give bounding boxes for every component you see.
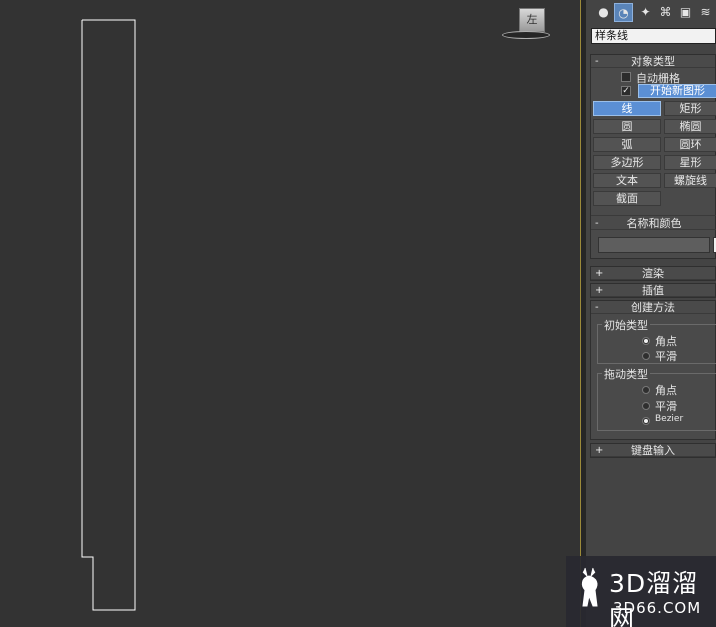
arc-button[interactable]: 弧 (593, 137, 661, 152)
drag-type-group: 拖动类型 角点 平滑 Bezier (597, 366, 716, 431)
spline-shape[interactable] (0, 0, 580, 627)
deer-logo-icon (581, 567, 598, 607)
initial-type-group: 初始类型 角点 平滑 (597, 317, 716, 364)
expand-sign: + (595, 268, 604, 279)
geometry-icon[interactable]: ● (594, 3, 613, 22)
viewcube[interactable]: 左 (500, 6, 552, 40)
shapes-icon[interactable]: ◔ (614, 3, 633, 22)
max-ui: 左 ● ◔ ✦ ⌘ ▣ ≋ 样条线 - 对象类型 自动栅格 ✓ 开始新图形 线 … (0, 0, 716, 627)
collapse-sign: - (595, 218, 599, 229)
collapse-sign: - (595, 56, 599, 67)
rendering-title: 渲染 (642, 267, 664, 280)
expand-sign: + (595, 445, 604, 456)
drag-bezier-label: Bezier (655, 414, 684, 424)
star-button[interactable]: 星形 (664, 155, 716, 170)
category-dropdown[interactable]: 样条线 (591, 28, 716, 44)
object-type-header[interactable]: - 对象类型 (591, 55, 715, 68)
drag-smooth-label: 平滑 (655, 400, 677, 413)
viewport[interactable]: 左 (0, 0, 580, 627)
drag-type-title: 拖动类型 (602, 366, 650, 382)
ngon-button[interactable]: 多边形 (593, 155, 661, 170)
rendering-header[interactable]: + 渲染 (591, 267, 715, 280)
creation-method-rollout: - 创建方法 初始类型 角点 平滑 拖动类型 角点 平滑 Bezier (590, 300, 716, 440)
creation-method-header[interactable]: - 创建方法 (591, 301, 715, 314)
start-new-shape-checkbox[interactable]: ✓ (621, 86, 631, 96)
ellipse-button[interactable]: 椭圆 (664, 119, 716, 134)
viewcube-ring[interactable] (502, 31, 550, 39)
object-type-title: 对象类型 (631, 55, 675, 68)
start-new-shape-button[interactable]: 开始新图形 (638, 84, 716, 98)
watermark-brand: 3D溜溜网 (609, 569, 699, 627)
rendering-rollout[interactable]: + 渲染 (590, 266, 716, 281)
creation-method-title: 创建方法 (631, 301, 675, 314)
watermark-url: 3D66.COM (613, 599, 702, 617)
drag-bezier-radio[interactable] (642, 417, 650, 425)
helpers-icon[interactable]: ▣ (676, 3, 695, 22)
interpolation-rollout[interactable]: + 插值 (590, 283, 716, 298)
object-type-rollout: - 对象类型 自动栅格 ✓ 开始新图形 线 矩形 圆 椭圆 弧 圆环 多边形 星… (590, 54, 716, 259)
donut-button[interactable]: 圆环 (664, 137, 716, 152)
lights-icon[interactable]: ✦ (636, 3, 655, 22)
rectangle-button[interactable]: 矩形 (664, 101, 716, 116)
command-panel: ● ◔ ✦ ⌘ ▣ ≋ 样条线 - 对象类型 自动栅格 ✓ 开始新图形 线 矩形… (586, 0, 716, 627)
watermark: 3D溜溜网 3D66.COM (566, 556, 716, 627)
text-button[interactable]: 文本 (593, 173, 661, 188)
section-button[interactable]: 截面 (593, 191, 661, 206)
helix-button[interactable]: 螺旋线 (664, 173, 716, 188)
spline-outline (81, 19, 136, 611)
name-color-title: 名称和颜色 (626, 217, 682, 230)
drag-corner-radio[interactable] (642, 386, 650, 394)
object-name-input[interactable] (598, 237, 710, 253)
drag-corner-label: 角点 (655, 384, 677, 397)
drag-smooth-radio[interactable] (642, 402, 650, 410)
circle-button[interactable]: 圆 (593, 119, 661, 134)
initial-corner-radio[interactable] (642, 337, 650, 345)
space-warps-icon[interactable]: ≋ (696, 3, 715, 22)
interpolation-header[interactable]: + 插值 (591, 284, 715, 297)
viewcube-face[interactable]: 左 (519, 8, 545, 32)
keyboard-entry-title: 键盘输入 (631, 444, 675, 457)
initial-smooth-label: 平滑 (655, 350, 677, 363)
divider (591, 215, 716, 216)
line-button[interactable]: 线 (593, 101, 661, 116)
name-color-header[interactable]: - 名称和颜色 (591, 217, 716, 230)
initial-smooth-radio[interactable] (642, 352, 650, 360)
interpolation-title: 插值 (642, 284, 664, 297)
initial-type-title: 初始类型 (602, 317, 650, 333)
keyboard-entry-header[interactable]: + 键盘输入 (591, 444, 715, 457)
expand-sign: + (595, 285, 604, 296)
cameras-icon[interactable]: ⌘ (656, 3, 675, 22)
initial-corner-label: 角点 (655, 335, 677, 348)
create-subtabs: ● ◔ ✦ ⌘ ▣ ≋ (586, 0, 716, 26)
keyboard-entry-rollout[interactable]: + 键盘输入 (590, 443, 716, 458)
collapse-sign: - (595, 302, 599, 313)
auto-grid-checkbox[interactable] (621, 72, 631, 82)
